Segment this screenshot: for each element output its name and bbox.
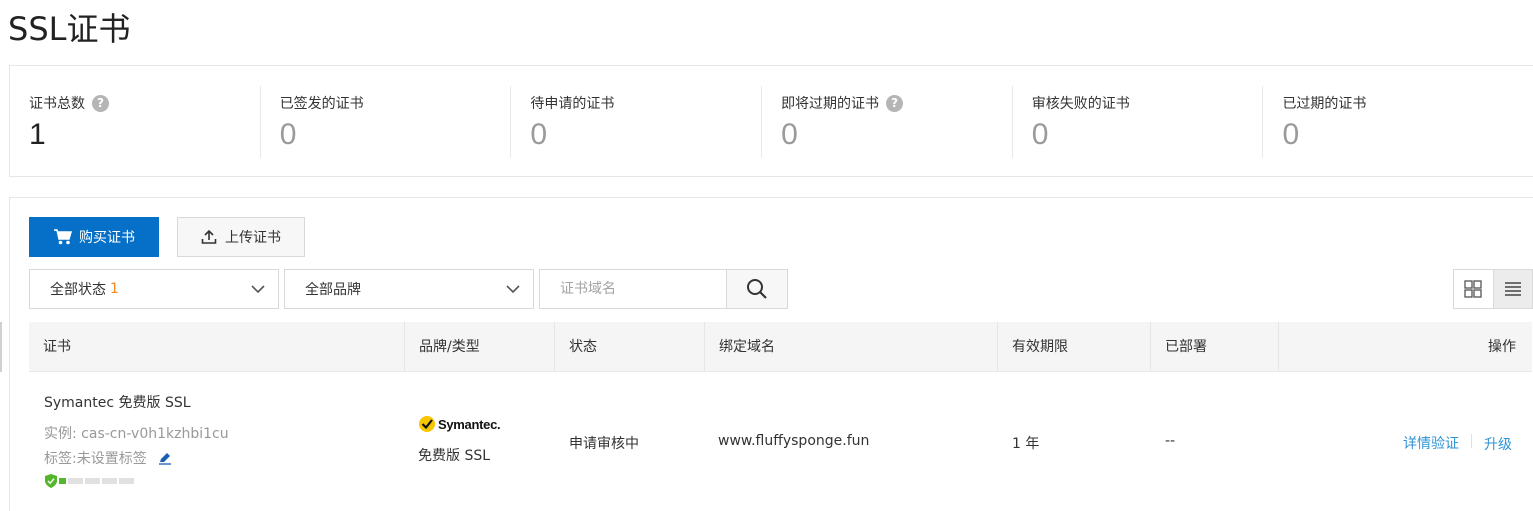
table-header: 证书 品牌/类型 状态 绑定域名 有效期限 已部署 操作 [29, 322, 1532, 372]
stat-value[interactable]: 0 [1282, 118, 1299, 152]
bound-domain: www.fluffysponge.fun [718, 433, 870, 449]
header-certificate: 证书 [29, 322, 405, 372]
certificate-type: 免费版 SSL [418, 448, 491, 464]
status-count: 1 [110, 281, 119, 297]
help-icon[interactable]: ? [92, 94, 109, 112]
header-label: 已部署 [1165, 339, 1207, 355]
stat-value[interactable]: 0 [1032, 118, 1049, 152]
header-brand-type: 品牌/类型 [405, 322, 555, 372]
deployed-value: -- [1165, 433, 1176, 449]
progress-segment [68, 478, 83, 484]
view-toggle [1453, 269, 1533, 309]
search-icon [747, 279, 767, 299]
stat-pending: 待申请的证书 0 [511, 66, 763, 176]
header-label: 有效期限 [1012, 339, 1068, 355]
stat-value[interactable]: 1 [29, 118, 46, 152]
brand-filter-select[interactable]: 全部品牌 [284, 269, 534, 309]
header-actions: 操作 [1279, 322, 1532, 372]
header-label: 证书 [43, 339, 71, 355]
certificate-tags: 标签:未设置标签 [44, 451, 147, 467]
symantec-check-icon [419, 416, 435, 432]
header-label: 品牌/类型 [419, 339, 480, 355]
domain-search-input[interactable] [539, 269, 727, 309]
header-label: 绑定域名 [719, 339, 775, 355]
grid-view-button[interactable] [1454, 270, 1493, 308]
brand-logo-text: Symantec. [438, 416, 501, 432]
stat-label: 已签发的证书 [279, 96, 364, 112]
stat-value[interactable]: 0 [530, 118, 547, 152]
progress-indicator [45, 474, 134, 488]
stat-failed: 审核失败的证书 0 [1013, 66, 1264, 176]
upload-icon [201, 229, 217, 244]
buy-label: 购买证书 [79, 230, 135, 246]
list-view-button[interactable] [1492, 270, 1532, 308]
progress-segment [102, 478, 117, 484]
stat-label: 待申请的证书 [530, 96, 615, 112]
stat-value[interactable]: 0 [781, 118, 798, 152]
search-button[interactable] [726, 269, 788, 309]
upload-certificate-button[interactable]: 上传证书 [177, 217, 305, 257]
header-validity: 有效期限 [998, 322, 1151, 372]
detail-verify-link[interactable]: 详情验证 [1403, 433, 1459, 453]
validity-period: 1 年 [1012, 436, 1040, 452]
stat-value[interactable]: 0 [280, 118, 297, 152]
status-filter-select[interactable]: 全部状态 1 [29, 269, 279, 309]
shield-check-icon [45, 474, 57, 488]
stat-label: 证书总数 [29, 96, 85, 112]
stat-label: 审核失败的证书 [1031, 96, 1130, 112]
progress-segment [119, 478, 134, 484]
row-marker [0, 322, 2, 372]
stat-expiring: 即将过期的证书? 0 [762, 66, 1013, 176]
certificate-status: 申请审核中 [569, 436, 639, 452]
upload-label: 上传证书 [225, 230, 281, 246]
progress-segment [85, 478, 100, 484]
buy-certificate-button[interactable]: 购买证书 [29, 217, 159, 257]
header-label: 操作 [1488, 339, 1516, 355]
brand-logo: Symantec. [418, 415, 501, 433]
status-filter-label: 全部状态 [50, 282, 106, 298]
list-icon [1504, 282, 1521, 296]
certificate-name: Symantec 免费版 SSL [44, 395, 191, 411]
grid-icon [1464, 280, 1482, 298]
help-icon[interactable]: ? [886, 94, 904, 112]
header-label: 状态 [569, 339, 597, 355]
stat-expired: 已过期的证书 0 [1263, 66, 1514, 176]
action-separator [1471, 434, 1472, 448]
certificate-instance: 实例: cas-cn-v0h1kzhbi1cu [44, 426, 229, 442]
chevron-down-icon [251, 285, 265, 294]
chevron-down-icon [506, 285, 520, 294]
stat-issued: 已签发的证书 0 [261, 66, 512, 176]
header-status: 状态 [555, 322, 705, 372]
stats-panel: 证书总数? 1 已签发的证书 0 待申请的证书 0 即将过期的证书? 0 审核失… [9, 65, 1533, 177]
stat-total: 证书总数? 1 [10, 66, 261, 176]
header-deployed: 已部署 [1151, 322, 1279, 372]
edit-icon[interactable] [158, 451, 172, 465]
header-bound-domain: 绑定域名 [705, 322, 998, 372]
cart-icon [54, 229, 72, 245]
page-title: SSL证书 [8, 10, 131, 48]
upgrade-link[interactable]: 升级 [1484, 434, 1512, 454]
stat-label: 即将过期的证书 [781, 96, 880, 112]
stat-label: 已过期的证书 [1282, 96, 1367, 112]
brand-filter-label: 全部品牌 [305, 282, 361, 298]
progress-segment [59, 478, 66, 484]
